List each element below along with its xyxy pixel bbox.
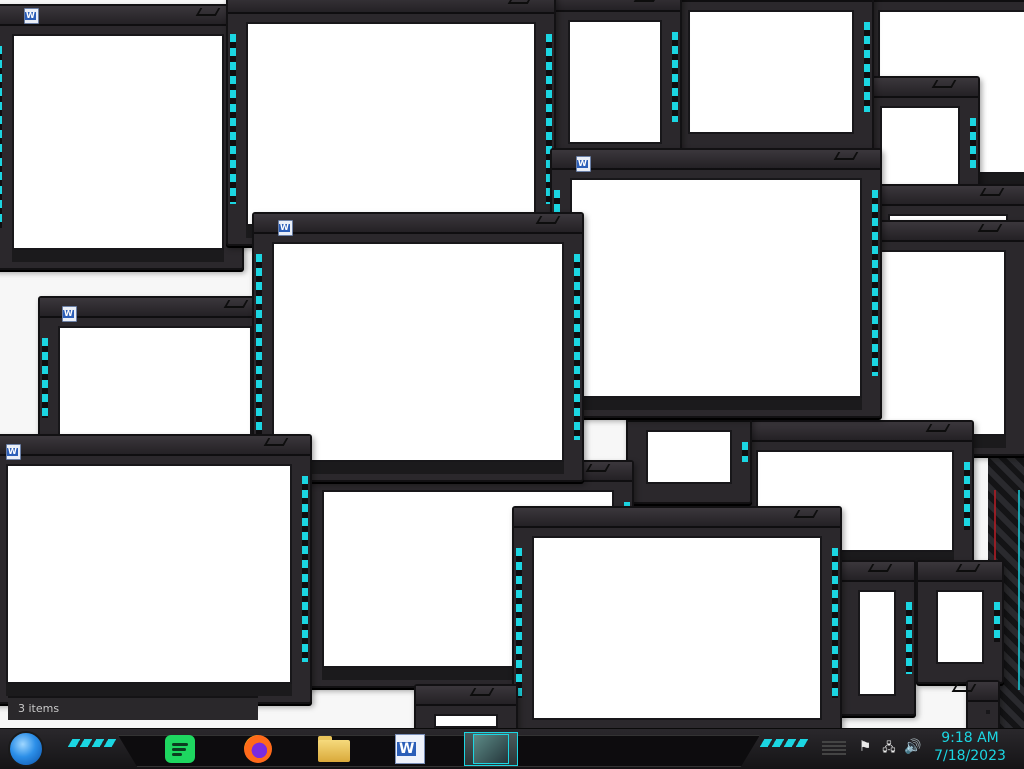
word-window[interactable] [548, 0, 682, 164]
word-window[interactable] [0, 434, 312, 704]
word-window[interactable] [414, 684, 518, 728]
network-icon[interactable]: 🖧 [880, 737, 898, 757]
taskbar-maps-button[interactable] [464, 732, 518, 766]
clock[interactable]: 9:18 AM 7/18/2023 [930, 729, 1010, 769]
word-window[interactable] [0, 4, 244, 270]
show-desktop-button[interactable] [822, 741, 846, 755]
taskbar-spotify-button[interactable] [158, 732, 202, 766]
folder-icon [318, 736, 350, 762]
flag-icon[interactable]: ⚑ [856, 737, 874, 757]
word-window[interactable] [512, 506, 842, 728]
taskbar-firefox-button[interactable] [236, 732, 280, 766]
taskbar-accent-left [67, 739, 117, 747]
desktop: 3 items [0, 0, 1024, 728]
word-window[interactable] [226, 0, 556, 246]
firefox-icon [244, 735, 272, 763]
clock-time: 9:18 AM [941, 730, 999, 746]
items-count-label: 3 items [18, 702, 60, 715]
word-document-icon [278, 220, 293, 236]
taskbar-word-button[interactable] [388, 732, 432, 766]
taskbar-accent-right [759, 739, 809, 747]
word-window[interactable] [966, 680, 1000, 728]
word-document-icon [6, 444, 21, 460]
clock-date: 7/18/2023 [934, 748, 1006, 764]
map-icon [473, 734, 509, 764]
word-window[interactable] [838, 560, 916, 716]
word-icon [395, 734, 425, 764]
word-window[interactable] [916, 560, 1004, 684]
start-button[interactable] [8, 731, 44, 767]
spotify-icon [165, 735, 195, 763]
word-document-icon [24, 8, 39, 24]
word-document-icon [62, 306, 77, 322]
word-window[interactable] [550, 148, 882, 418]
word-window[interactable] [668, 0, 874, 154]
volume-icon[interactable]: 🔊 [904, 737, 922, 757]
taskbar-file-explorer-button[interactable] [312, 732, 356, 766]
taskbar: ⚑ 🖧 🔊 9:18 AM 7/18/2023 [0, 728, 1024, 769]
taskbar-channel [118, 735, 760, 767]
word-document-icon [576, 156, 591, 172]
explorer-status-bar: 3 items [8, 696, 258, 720]
